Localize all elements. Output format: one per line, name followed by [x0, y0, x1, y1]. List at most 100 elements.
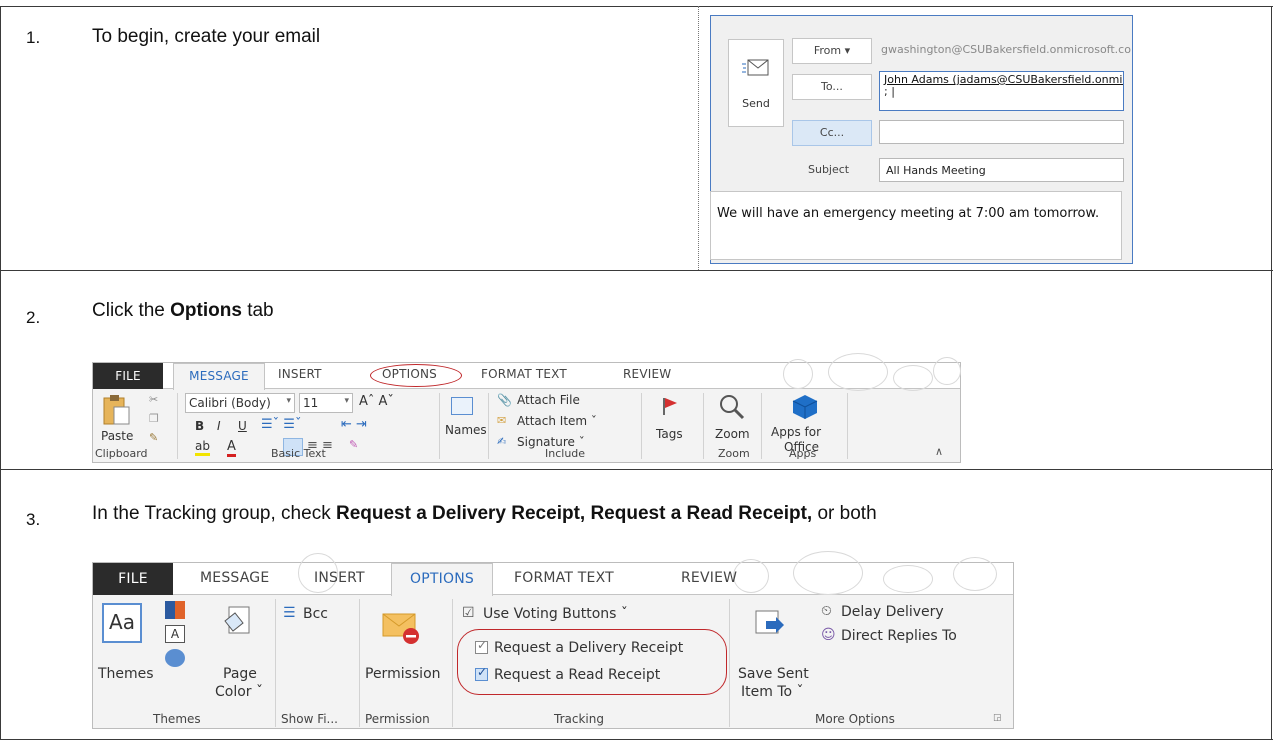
cc-field[interactable]	[879, 120, 1124, 144]
group-basic-text: Basic Text	[271, 447, 326, 460]
to-button[interactable]: To...	[792, 74, 872, 100]
step-2-text-pre: Click the	[92, 300, 171, 321]
flag-icon	[663, 398, 677, 415]
tab-insert[interactable]: INSERT	[314, 570, 365, 586]
permission-icon	[382, 613, 419, 644]
message-body[interactable]: We will have an emergency meeting at 7:0…	[710, 191, 1122, 260]
step-1-text: To begin, create your email	[92, 26, 321, 47]
group-include: Include	[545, 447, 586, 460]
step-2-text-bold: Options	[170, 300, 242, 321]
zoom-button[interactable]: Zoom	[715, 427, 750, 441]
page-color-label-2[interactable]: Color ˇ	[215, 684, 263, 700]
step-2-text: Click the Options tab	[92, 300, 274, 322]
tab-review[interactable]: REVIEW	[623, 367, 671, 381]
page-color-icon	[224, 606, 250, 634]
step-2-text-post: tab	[241, 300, 274, 321]
step-3-text-post: or both	[812, 503, 877, 524]
from-address: gwashington@CSUBakersfield.onmicrosoft.c…	[881, 43, 1131, 56]
options-highlight-oval	[370, 364, 462, 387]
font-name-box[interactable]: Calibri (Body) ▾	[185, 393, 295, 413]
group-apps: Apps	[789, 447, 817, 460]
step-3-text: In the Tracking group, check Request a D…	[92, 503, 877, 525]
font-size-box[interactable]: 11 ▾	[299, 393, 353, 413]
bcc-icon: ☰	[283, 605, 296, 621]
magnifier-icon	[720, 395, 745, 420]
theme-fonts-icon[interactable]: A	[165, 625, 185, 643]
delay-delivery-button[interactable]: Delay Delivery	[841, 604, 944, 620]
paste-button[interactable]: Paste	[101, 429, 133, 443]
font-name-value: Calibri (Body)	[189, 396, 271, 410]
attach-item-button[interactable]: Attach Item ˇ	[517, 414, 597, 428]
theme-colors-icon[interactable]	[165, 601, 185, 619]
group-more-options: More Options	[815, 712, 895, 726]
save-sent-label-1[interactable]: Save Sent	[738, 666, 809, 682]
apps-for-office-icon	[792, 395, 818, 419]
subject-label: Subject	[808, 163, 850, 176]
theme-effects-icon[interactable]	[165, 649, 185, 667]
tab-options[interactable]: OPTIONS	[391, 563, 493, 596]
to-cursor-line: ; |	[884, 85, 895, 98]
tab-format-text[interactable]: FORMAT TEXT	[481, 367, 567, 381]
apps-for-office-label-1[interactable]: Apps for	[771, 425, 821, 439]
tags-button[interactable]: Tags	[656, 427, 683, 441]
format-painter-icon[interactable]: ✎	[149, 431, 158, 444]
collapse-ribbon-icon[interactable]: ∧	[935, 445, 943, 458]
tab-review[interactable]: REVIEW	[681, 570, 737, 586]
ribbon-tabbar: FILE MESSAGE INSERT OPTIONS FORMAT TEXT …	[93, 551, 1013, 596]
group-permission: Permission	[365, 712, 430, 726]
save-sent-label-2[interactable]: Item To ˇ	[741, 684, 804, 700]
bcc-button[interactable]: Bcc	[303, 606, 328, 622]
group-show-fields: Show Fi...	[281, 712, 338, 726]
attach-item-icon: ✉	[497, 414, 507, 427]
direct-replies-icon: ☺	[821, 627, 836, 643]
tab-insert[interactable]: INSERT	[278, 367, 322, 381]
copy-icon[interactable]: ❐	[149, 412, 159, 425]
group-tracking: Tracking	[554, 712, 604, 726]
direct-replies-button[interactable]: Direct Replies To	[841, 628, 957, 644]
tab-message[interactable]: MESSAGE	[173, 363, 265, 390]
underline-button[interactable]: U	[238, 419, 247, 433]
send-label: Send	[742, 97, 770, 110]
clipboard-icon	[103, 395, 130, 425]
tab-file[interactable]: FILE	[93, 363, 163, 389]
tracking-highlight-oval	[457, 629, 727, 695]
address-book-icon	[451, 397, 473, 415]
tab-message[interactable]: MESSAGE	[200, 570, 269, 586]
italic-button[interactable]: I	[217, 419, 221, 433]
names-button[interactable]: Names	[445, 423, 487, 437]
indent-icon[interactable]: ⇤ ⇥	[341, 417, 367, 432]
ribbon-tabbar: FILE MESSAGE INSERT OPTIONS FORMAT TEXT …	[93, 353, 961, 391]
attach-file-button[interactable]: Attach File	[517, 393, 580, 407]
cut-icon[interactable]: ✂	[149, 393, 158, 406]
cc-button[interactable]: Cc...	[792, 120, 872, 146]
voting-buttons-icon: ☑	[462, 605, 475, 621]
send-icon	[742, 59, 769, 76]
font-size-value: 11	[303, 396, 319, 410]
to-recipient: John Adams (jadams@CSUBakersfield.onmic	[884, 73, 1124, 86]
step-3-text-pre: In the Tracking group, check	[92, 503, 336, 524]
dialog-launcher-icon[interactable]: ◲	[993, 713, 1002, 723]
subject-field[interactable]: All Hands Meeting	[879, 158, 1124, 182]
permission-button[interactable]: Permission	[365, 666, 441, 682]
paperclip-icon: 📎	[497, 393, 512, 407]
ribbon-message: FILE MESSAGE INSERT OPTIONS FORMAT TEXT …	[92, 353, 961, 463]
bullets-icon[interactable]: ☰ˇ ☰ˇ	[261, 417, 301, 432]
highlight-icon[interactable]: ab	[195, 439, 210, 456]
use-voting-buttons[interactable]: Use Voting Buttons ˇ	[483, 606, 628, 622]
page-color-label-1[interactable]: Page	[223, 666, 257, 682]
themes-icon: Aa	[102, 603, 142, 643]
chevron-down-icon: ▾	[286, 396, 291, 406]
email-compose-window: Send From ▾ gwashington@CSUBakersfield.o…	[710, 15, 1133, 264]
delay-delivery-icon: ⏲	[821, 603, 832, 619]
send-button[interactable]: Send	[728, 39, 784, 127]
grow-font-icon[interactable]: Aˆ Aˇ	[359, 394, 394, 409]
themes-button[interactable]: Themes	[98, 666, 154, 682]
tab-file[interactable]: FILE	[93, 563, 173, 595]
chevron-down-icon: ▾	[344, 396, 349, 406]
tab-format-text[interactable]: FORMAT TEXT	[514, 570, 614, 586]
from-button[interactable]: From ▾	[792, 38, 872, 64]
to-field[interactable]: John Adams (jadams@CSUBakersfield.onmic …	[879, 71, 1124, 111]
clear-format-icon[interactable]: ✎	[349, 438, 358, 451]
font-color-icon[interactable]: A	[227, 439, 236, 457]
bold-button[interactable]: B	[195, 419, 204, 433]
